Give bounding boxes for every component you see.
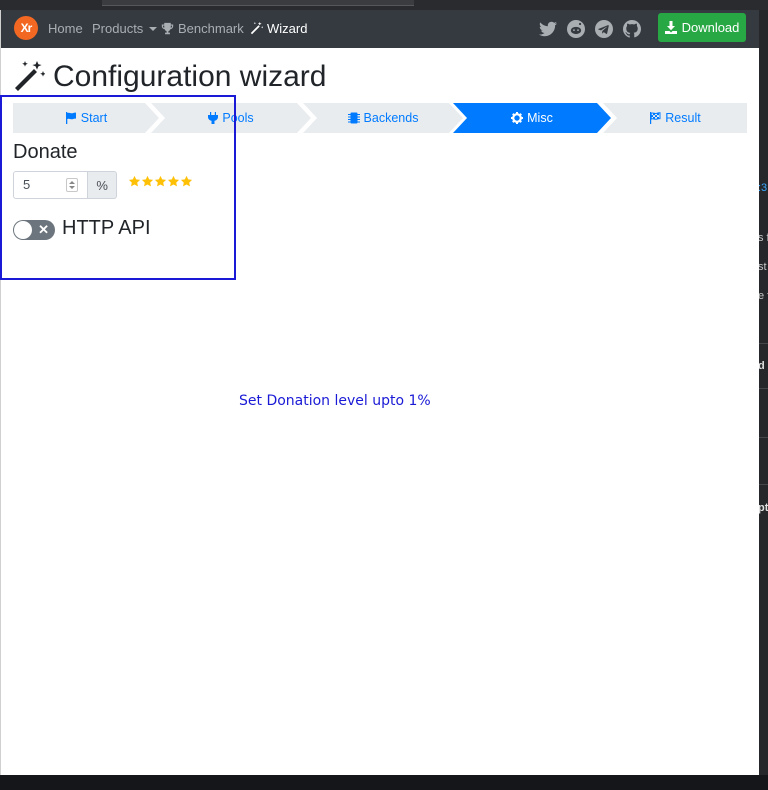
chevron-down-icon [149, 26, 158, 31]
nav-benchmark-label: Benchmark [178, 21, 244, 36]
github-icon[interactable] [623, 20, 641, 38]
nav-wizard-label: Wizard [267, 21, 308, 36]
telegram-icon[interactable] [595, 20, 613, 38]
step-backends[interactable]: Backends [303, 103, 463, 133]
download-label: Download [681, 20, 740, 35]
divider [758, 388, 768, 389]
step-label: Result [665, 111, 701, 125]
nav-home[interactable]: Home [48, 21, 83, 36]
divider [758, 343, 768, 344]
background-window: :3 s f st e f d pt [758, 10, 768, 790]
background-text: e f [758, 290, 768, 302]
page-title: Configuration wizard [13, 60, 326, 94]
background-text: st [758, 261, 767, 273]
reddit-icon[interactable] [567, 20, 585, 38]
magic-wand-icon [250, 22, 263, 35]
download-button[interactable]: Download [658, 13, 746, 42]
os-bottom-strip [0, 775, 768, 790]
hint-text: Set Donation level upto 1% [239, 393, 431, 409]
twitter-icon[interactable] [539, 20, 557, 38]
trophy-icon [161, 22, 174, 35]
gear-icon [511, 112, 523, 124]
nav-products-label: Products [92, 21, 144, 36]
chip-icon [348, 112, 360, 124]
divider [758, 484, 768, 485]
background-text: s f [758, 232, 768, 244]
background-text: d [758, 360, 765, 372]
nav-wizard[interactable]: Wizard [250, 21, 307, 36]
nav-benchmark[interactable]: Benchmark [161, 21, 244, 36]
background-text: :3 [758, 182, 768, 194]
step-label: Misc [527, 111, 553, 125]
os-top-strip [0, 0, 768, 10]
page-title-text: Configuration wizard [53, 60, 327, 93]
step-result[interactable]: Result [603, 103, 747, 133]
checkered-flag-icon [650, 112, 661, 124]
divider [758, 437, 768, 438]
navbar: Xr Home Products Benchmark Wizard Downlo… [1, 10, 759, 48]
highlight-box [0, 95, 236, 280]
background-text: pt [758, 502, 768, 514]
nav-products[interactable]: Products [92, 21, 158, 36]
magic-wand-icon [15, 61, 45, 91]
logo[interactable]: Xr [14, 16, 38, 40]
download-icon [664, 21, 677, 34]
nav-home-label: Home [48, 21, 83, 36]
step-misc[interactable]: Misc [453, 103, 611, 133]
step-label: Backends [363, 111, 419, 125]
background-tab [102, 0, 414, 6]
